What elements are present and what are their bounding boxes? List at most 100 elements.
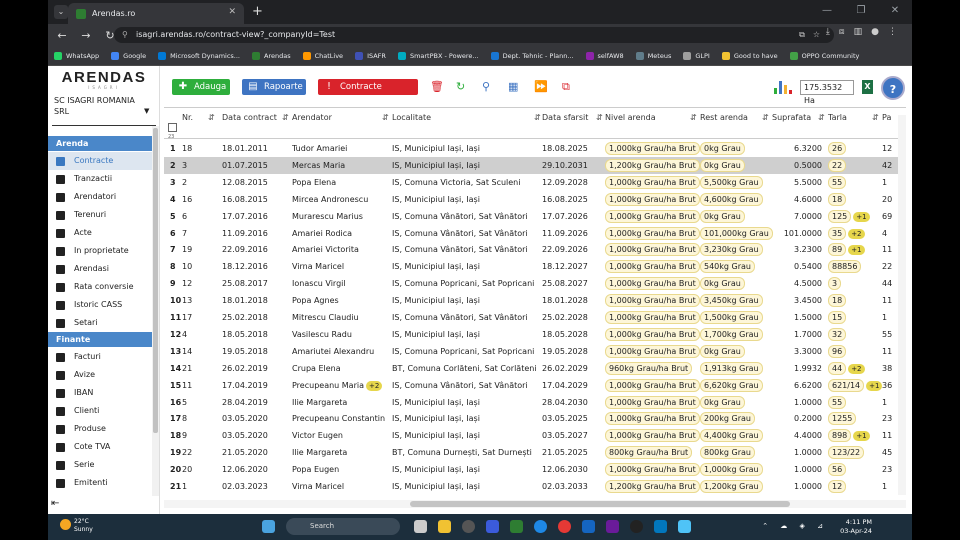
browser-tab[interactable]: Arendas.ro ✕ (68, 3, 244, 24)
table-row[interactable]: 6 7 11.09.2016 Amariei Rodica IS, Comuna Vân… (164, 225, 906, 242)
more-badge[interactable]: +2 (848, 363, 865, 374)
more-badge[interactable]: +1 (853, 211, 870, 222)
start-icon[interactable] (262, 520, 275, 533)
table-row[interactable]: 5 6 17.07.2016 Murarescu Marius IS, Comuna V… (164, 207, 906, 225)
column-header[interactable]: Tarla (828, 113, 847, 122)
bookmark-item[interactable]: selfAW8 (585, 51, 624, 60)
taskbar-search[interactable]: Search (286, 518, 400, 535)
refresh-icon[interactable]: ↻ (456, 80, 465, 94)
sidebar-item-rata-conversie[interactable]: Rata conversie (48, 278, 152, 296)
forward-icon[interactable]: → (76, 29, 96, 42)
sort-icon[interactable]: ⇵ (282, 113, 289, 122)
sidepanel-icon[interactable]: ▥ (854, 27, 872, 37)
more-badge[interactable]: +1 (866, 380, 883, 391)
column-header[interactable]: Data sfarsit (542, 113, 588, 122)
sidebar-item-produse[interactable]: Produse (48, 420, 152, 438)
sidebar-item-facturi[interactable]: Facturi (48, 348, 152, 366)
sidebar-item-in-proprietate[interactable]: In proprietate (48, 242, 152, 260)
select-all-checkbox[interactable] (168, 123, 177, 132)
column-header[interactable]: Localitate (392, 113, 431, 122)
app-icon[interactable] (654, 520, 667, 533)
menu-icon[interactable]: ⋮ (888, 27, 906, 37)
maximize-icon[interactable]: ❐ (844, 0, 878, 24)
download-icon[interactable]: ⤓ (826, 27, 839, 37)
sidebar-item-setari[interactable]: Setari (48, 314, 152, 332)
table-row[interactable]: 4 16 16.08.2015 Mircea Andronescu IS, Munici… (164, 191, 906, 208)
sort-icon[interactable]: ⇵ (872, 113, 879, 122)
column-header[interactable]: Rest arenda (700, 113, 748, 122)
sidebar-item-arendasi[interactable]: Arendasi (48, 260, 152, 278)
help-icon[interactable]: ? (881, 76, 905, 100)
bookmark-item[interactable]: Arendas (252, 51, 291, 60)
app-icon[interactable] (678, 520, 691, 533)
table-row[interactable]: 17 8 03.05.2020 Precupeanu Constantin IS, Mu… (164, 410, 906, 428)
sidebar-item-emitenti[interactable]: Emitenti (48, 474, 152, 492)
back-icon[interactable]: ← (52, 29, 72, 42)
bookmark-item[interactable]: ChatLive (302, 51, 343, 60)
more-badge[interactable]: +2 (366, 380, 383, 391)
weather-widget[interactable]: 22°C Sunny (60, 518, 93, 534)
address-bar[interactable]: ⚲ isagri.arendas.ro/contract-view?_compa… (114, 27, 834, 43)
media-icon[interactable] (630, 520, 643, 533)
sidebar-item-cote-tva[interactable]: Cote TVA (48, 438, 152, 456)
app-icon[interactable] (510, 520, 523, 533)
system-tray[interactable]: ⌃ ☁ ◈ ⊿ (762, 522, 828, 530)
search-icon[interactable]: ⚲ (482, 80, 490, 94)
bookmark-item[interactable]: Google (111, 51, 146, 60)
bookmark-item[interactable]: Dept. Tehnic - Plann... (490, 51, 574, 60)
app-icon[interactable] (462, 520, 475, 533)
profile-icon[interactable]: ● (871, 27, 888, 37)
reports-button[interactable]: ▤ Rapoarte (242, 79, 306, 95)
column-header[interactable]: Suprafata (772, 113, 811, 122)
table-row[interactable]: 1 18 18.01.2011 Tudor Amariei IS, Municipiul… (164, 140, 906, 157)
section-header[interactable]: Arenda (48, 136, 152, 151)
sort-icon[interactable]: ⇵ (762, 113, 769, 122)
add-button[interactable]: ✚ Adauga (172, 79, 230, 95)
more-badge[interactable]: +1 (853, 431, 870, 442)
expired-contracts-button[interactable]: ! Contracte expirate (318, 79, 418, 108)
excel-export-icon[interactable]: X (862, 80, 873, 94)
column-header[interactable]: Pa (882, 113, 891, 122)
bookmark-item[interactable]: SmartPBX - Powere... (397, 51, 479, 60)
bookmark-item[interactable]: Meteus (635, 51, 671, 60)
bookmark-item[interactable]: Microsoft Dynamics... (158, 51, 240, 60)
close-tab-icon[interactable]: ✕ (228, 7, 236, 17)
table-vertical-scrollbar[interactable] (898, 115, 906, 495)
sort-icon[interactable]: ⇵ (818, 113, 825, 122)
sidebar-item-acte[interactable]: Acte (48, 224, 152, 242)
collapse-sidebar-icon[interactable]: ⇤ (51, 498, 59, 509)
more-badge[interactable]: +1 (848, 245, 865, 256)
sidebar-item-iban[interactable]: IBAN (48, 384, 152, 402)
chart-icon[interactable] (774, 81, 794, 94)
table-row[interactable]: 8 10 18.12.2016 Virna Maricel IS, Municipiul… (164, 258, 906, 275)
sidebar-item-clienti[interactable]: Clienti (48, 402, 152, 420)
table-row[interactable]: 14 21 26.02.2019 Crupa Elena BT, Comuna Corl… (164, 360, 906, 377)
file-explorer-icon[interactable] (438, 520, 451, 533)
more-badge[interactable]: +2 (848, 228, 865, 239)
site-info-icon[interactable]: ⚲ (122, 27, 128, 43)
copy-icon[interactable]: ⧉ (562, 80, 570, 94)
table-row[interactable]: 13 14 19.05.2018 Amariutei Alexandru IS, Com… (164, 342, 906, 360)
column-header[interactable]: Arendator (292, 113, 332, 122)
table-row[interactable]: 10 13 18.01.2018 Popa Agnes IS, Municipiul I… (164, 292, 906, 309)
bookmark-item[interactable]: WhatsApp (54, 51, 99, 60)
table-row[interactable]: 18 9 03.05.2020 Victor Eugen IS, Municipiul … (164, 427, 906, 444)
column-header[interactable]: Nivel arenda (605, 113, 656, 122)
minimize-icon[interactable]: — (810, 0, 844, 24)
trash-icon[interactable]: 🗑 (430, 80, 444, 94)
sort-icon[interactable]: ⇵ (208, 113, 215, 122)
sort-icon[interactable]: ⇵ (382, 113, 389, 122)
teams-icon[interactable] (606, 520, 619, 533)
sort-icon[interactable]: ⇵ (534, 113, 541, 122)
column-header[interactable]: Nr. (182, 113, 193, 122)
extensions-icon[interactable]: ⧈ (839, 27, 854, 37)
task-view-icon[interactable] (414, 520, 427, 533)
outlook-icon[interactable] (582, 520, 595, 533)
bookmark-item[interactable]: Good to have (721, 51, 778, 60)
section-header[interactable]: Finante (48, 332, 152, 347)
horizontal-scroll-thumb[interactable] (410, 501, 790, 507)
tab-search-icon[interactable]: ⌄ (54, 5, 68, 19)
document-icon[interactable]: ▦ (508, 80, 518, 94)
table-row[interactable]: 9 12 25.08.2017 Ionascu Virgil IS, Comuna Po… (164, 275, 906, 293)
sidebar-item-serie[interactable]: Serie (48, 456, 152, 474)
